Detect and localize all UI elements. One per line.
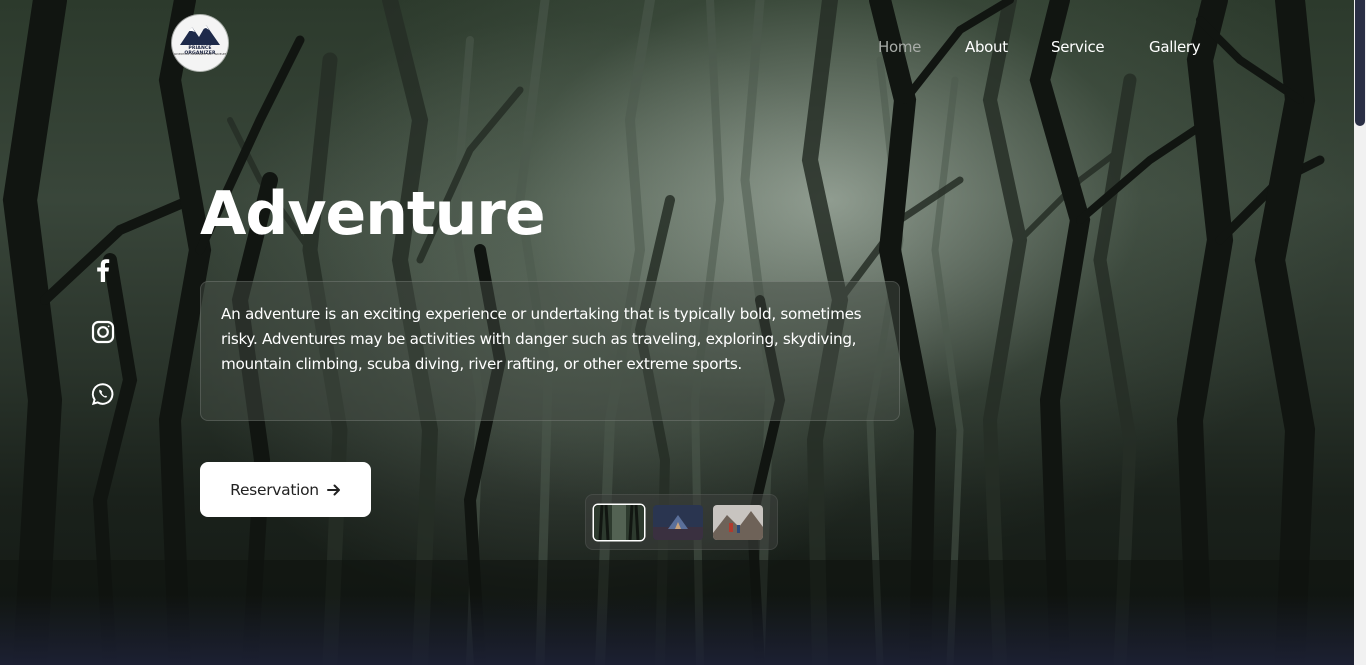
nav-gallery[interactable]: Gallery	[1149, 38, 1201, 56]
thumbnail-strip	[585, 494, 778, 550]
reservation-button[interactable]: Reservation	[200, 462, 371, 517]
description-card: An adventure is an exciting experience o…	[200, 281, 900, 421]
thumbnail-forest[interactable]	[594, 505, 644, 540]
hero-title: Adventure	[200, 179, 546, 249]
facebook-icon[interactable]	[90, 257, 116, 283]
reservation-button-label: Reservation	[230, 480, 319, 499]
nav-about[interactable]: About	[965, 38, 1008, 56]
brand-logo[interactable]: PRIANCE ORGANIZER ADVENTURE ORGANIZER AN…	[172, 15, 228, 71]
nav-home[interactable]: Home	[878, 38, 921, 56]
scrollbar-thumb[interactable]	[1355, 0, 1365, 126]
hero-description: An adventure is an exciting experience o…	[221, 305, 862, 373]
thumbnail-mountain[interactable]	[713, 505, 763, 540]
bottom-gradient	[0, 595, 1366, 665]
logo-subtext: ADVENTURE ORGANIZER AND TRAVELER	[173, 53, 227, 56]
whatsapp-icon[interactable]	[90, 381, 116, 407]
arrow-right-icon	[326, 484, 340, 495]
nav-service[interactable]: Service	[1051, 38, 1105, 56]
thumbnail-camp[interactable]	[653, 505, 703, 540]
mountain-logo-icon	[180, 25, 220, 45]
instagram-icon[interactable]	[90, 319, 116, 345]
